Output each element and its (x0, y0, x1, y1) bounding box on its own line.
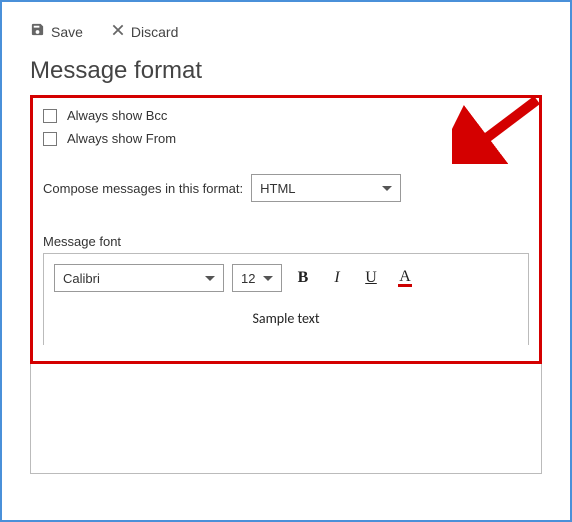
save-button[interactable]: Save (30, 22, 83, 41)
always-show-bcc-row[interactable]: Always show Bcc (43, 108, 529, 123)
toolbar: Save Discard (30, 12, 542, 57)
bcc-checkbox[interactable] (43, 109, 57, 123)
font-color-button[interactable]: A (392, 264, 418, 292)
compose-format-value: HTML (260, 181, 295, 196)
save-icon (30, 22, 45, 41)
italic-button[interactable]: I (324, 264, 350, 292)
page-title: Message format (30, 57, 542, 85)
close-icon (111, 23, 125, 41)
from-checkbox[interactable] (43, 132, 57, 146)
discard-label: Discard (131, 24, 178, 40)
from-label: Always show From (67, 131, 176, 146)
font-size-value: 12 (241, 271, 255, 286)
font-family-select[interactable]: Calibri (54, 264, 224, 292)
sample-text: Sample text (44, 302, 528, 345)
font-panel: Calibri 12 B I U A Sample text (43, 253, 529, 345)
highlighted-region: Always show Bcc Always show From Compose… (30, 95, 542, 364)
bcc-label: Always show Bcc (67, 108, 167, 123)
save-label: Save (51, 24, 83, 40)
chevron-down-icon (205, 276, 215, 281)
chevron-down-icon (263, 276, 273, 281)
discard-button[interactable]: Discard (111, 23, 178, 41)
font-family-value: Calibri (63, 271, 100, 286)
compose-label: Compose messages in this format: (43, 181, 243, 196)
preview-area (30, 364, 542, 474)
compose-format-select[interactable]: HTML (251, 174, 401, 202)
font-toolbar: Calibri 12 B I U A (44, 254, 528, 302)
font-section-label: Message font (43, 234, 529, 249)
compose-format-row: Compose messages in this format: HTML (43, 174, 529, 202)
bold-button[interactable]: B (290, 264, 316, 292)
font-size-select[interactable]: 12 (232, 264, 282, 292)
chevron-down-icon (382, 186, 392, 191)
underline-button[interactable]: U (358, 264, 384, 292)
always-show-from-row[interactable]: Always show From (43, 131, 529, 146)
